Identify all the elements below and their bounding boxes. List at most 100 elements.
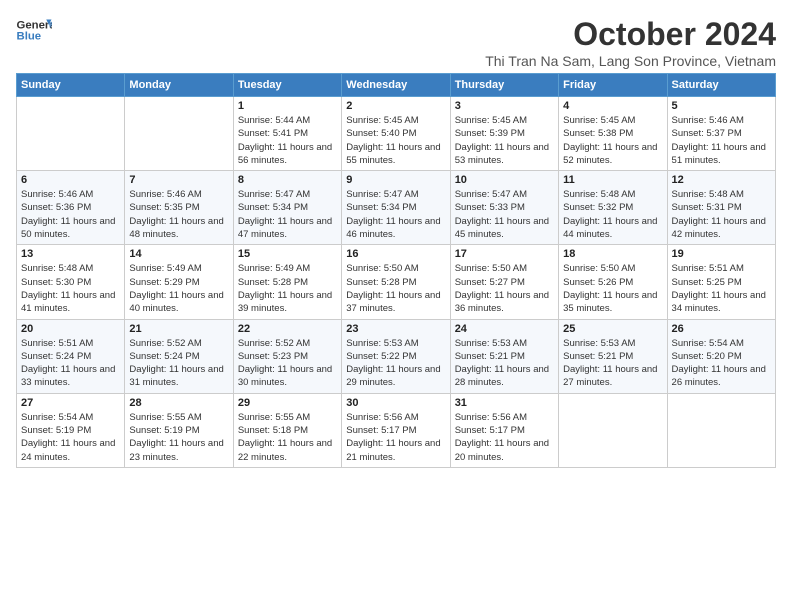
- day-detail: Sunrise: 5:53 AMSunset: 5:21 PMDaylight:…: [455, 337, 554, 390]
- day-number: 15: [238, 248, 337, 260]
- calendar-cell: 14 Sunrise: 5:49 AMSunset: 5:29 PMDayligh…: [125, 245, 233, 319]
- calendar-cell: 29Sunrise: 5:55 AMSunset: 5:18 PMDayligh…: [233, 393, 341, 467]
- calendar-cell: [559, 393, 667, 467]
- day-number: 10: [455, 174, 554, 186]
- day-detail: Sunrise: 5:50 AMSunset: 5:27 PMDaylight:…: [455, 262, 554, 315]
- day-number: 17: [455, 248, 554, 260]
- svg-text:Blue: Blue: [17, 31, 42, 43]
- calendar-cell: 24Sunrise: 5:53 AMSunset: 5:21 PMDayligh…: [450, 319, 558, 393]
- calendar-cell: 11 Sunrise: 5:48 AMSunset: 5:32 PMDayligh…: [559, 171, 667, 245]
- calendar-cell: 22 Sunrise: 5:52 AMSunset: 5:23 PMDayligh…: [233, 319, 341, 393]
- calendar-cell: 19Sunrise: 5:51 AMSunset: 5:25 PMDayligh…: [667, 245, 775, 319]
- calendar-cell: 8 Sunrise: 5:47 AMSunset: 5:34 PMDaylight…: [233, 171, 341, 245]
- day-detail: Sunrise: 5:56 AMSunset: 5:17 PMDaylight:…: [346, 411, 445, 464]
- calendar-cell: 30Sunrise: 5:56 AMSunset: 5:17 PMDayligh…: [342, 393, 450, 467]
- day-detail: Sunrise: 5:47 AMSunset: 5:34 PMDaylight:…: [238, 188, 337, 241]
- calendar-week-1: 1 Sunrise: 5:44 AMSunset: 5:41 PMDaylight…: [17, 97, 776, 171]
- day-number: 26: [672, 323, 771, 335]
- day-number: 21: [129, 323, 228, 335]
- day-number: 9: [346, 174, 445, 186]
- day-detail: Sunrise: 5:46 AMSunset: 5:35 PMDaylight:…: [129, 188, 228, 241]
- day-number: 6: [21, 174, 120, 186]
- calendar-cell: 10 Sunrise: 5:47 AMSunset: 5:33 PMDayligh…: [450, 171, 558, 245]
- page-header: General Blue October 2024 Thi Tran Na Sa…: [16, 16, 776, 69]
- day-detail: Sunrise: 5:50 AMSunset: 5:28 PMDaylight:…: [346, 262, 445, 315]
- day-detail: Sunrise: 5:46 AMSunset: 5:37 PMDaylight:…: [672, 114, 771, 167]
- calendar-cell: 4Sunrise: 5:45 AMSunset: 5:38 PMDaylight…: [559, 97, 667, 171]
- day-detail: Sunrise: 5:53 AMSunset: 5:21 PMDaylight:…: [563, 337, 662, 390]
- day-detail: Sunrise: 5:55 AMSunset: 5:19 PMDaylight:…: [129, 411, 228, 464]
- day-detail: Sunrise: 5:50 AMSunset: 5:26 PMDaylight:…: [563, 262, 662, 315]
- calendar-week-2: 6 Sunrise: 5:46 AMSunset: 5:36 PMDaylight…: [17, 171, 776, 245]
- calendar-cell: 28 Sunrise: 5:55 AMSunset: 5:19 PMDayligh…: [125, 393, 233, 467]
- day-detail: Sunrise: 5:48 AMSunset: 5:30 PMDaylight:…: [21, 262, 120, 315]
- month-title: October 2024: [485, 16, 776, 53]
- day-number: 5: [672, 100, 771, 112]
- title-block: October 2024 Thi Tran Na Sam, Lang Son P…: [485, 16, 776, 69]
- day-number: 20: [21, 323, 120, 335]
- col-header-friday: Friday: [559, 74, 667, 97]
- day-number: 2: [346, 100, 445, 112]
- calendar-cell: 16 Sunrise: 5:50 AMSunset: 5:28 PMDayligh…: [342, 245, 450, 319]
- day-detail: Sunrise: 5:47 AMSunset: 5:33 PMDaylight:…: [455, 188, 554, 241]
- calendar-cell: 31 Sunrise: 5:56 AMSunset: 5:17 PMDayligh…: [450, 393, 558, 467]
- day-detail: Sunrise: 5:53 AMSunset: 5:22 PMDaylight:…: [346, 337, 445, 390]
- day-number: 27: [21, 397, 120, 409]
- day-number: 3: [455, 100, 554, 112]
- day-number: 14: [129, 248, 228, 260]
- day-detail: Sunrise: 5:49 AMSunset: 5:28 PMDaylight:…: [238, 262, 337, 315]
- day-detail: Sunrise: 5:48 AMSunset: 5:31 PMDaylight:…: [672, 188, 771, 241]
- day-detail: Sunrise: 5:45 AMSunset: 5:40 PMDaylight:…: [346, 114, 445, 167]
- calendar-cell: [667, 393, 775, 467]
- day-detail: Sunrise: 5:52 AMSunset: 5:23 PMDaylight:…: [238, 337, 337, 390]
- calendar-cell: 6 Sunrise: 5:46 AMSunset: 5:36 PMDaylight…: [17, 171, 125, 245]
- calendar-week-3: 13 Sunrise: 5:48 AMSunset: 5:30 PMDayligh…: [17, 245, 776, 319]
- day-number: 8: [238, 174, 337, 186]
- day-number: 4: [563, 100, 662, 112]
- day-number: 31: [455, 397, 554, 409]
- day-detail: Sunrise: 5:51 AMSunset: 5:24 PMDaylight:…: [21, 337, 120, 390]
- day-detail: Sunrise: 5:54 AMSunset: 5:19 PMDaylight:…: [21, 411, 120, 464]
- day-number: 28: [129, 397, 228, 409]
- day-detail: Sunrise: 5:56 AMSunset: 5:17 PMDaylight:…: [455, 411, 554, 464]
- day-detail: Sunrise: 5:49 AMSunset: 5:29 PMDaylight:…: [129, 262, 228, 315]
- calendar-cell: 3 Sunrise: 5:45 AMSunset: 5:39 PMDaylight…: [450, 97, 558, 171]
- day-detail: Sunrise: 5:52 AMSunset: 5:24 PMDaylight:…: [129, 337, 228, 390]
- day-number: 7: [129, 174, 228, 186]
- logo-icon: General Blue: [16, 16, 52, 44]
- calendar-cell: 25Sunrise: 5:53 AMSunset: 5:21 PMDayligh…: [559, 319, 667, 393]
- col-header-sunday: Sunday: [17, 74, 125, 97]
- day-number: 13: [21, 248, 120, 260]
- day-detail: Sunrise: 5:45 AMSunset: 5:39 PMDaylight:…: [455, 114, 554, 167]
- day-number: 23: [346, 323, 445, 335]
- calendar-header-row: SundayMondayTuesdayWednesdayThursdayFrid…: [17, 74, 776, 97]
- logo: General Blue: [16, 16, 52, 44]
- day-detail: Sunrise: 5:47 AMSunset: 5:34 PMDaylight:…: [346, 188, 445, 241]
- calendar-table: SundayMondayTuesdayWednesdayThursdayFrid…: [16, 73, 776, 468]
- calendar-cell: 15 Sunrise: 5:49 AMSunset: 5:28 PMDayligh…: [233, 245, 341, 319]
- day-detail: Sunrise: 5:44 AMSunset: 5:41 PMDaylight:…: [238, 114, 337, 167]
- calendar-cell: 21 Sunrise: 5:52 AMSunset: 5:24 PMDayligh…: [125, 319, 233, 393]
- day-number: 1: [238, 100, 337, 112]
- col-header-saturday: Saturday: [667, 74, 775, 97]
- calendar-cell: 18 Sunrise: 5:50 AMSunset: 5:26 PMDayligh…: [559, 245, 667, 319]
- calendar-cell: 20 Sunrise: 5:51 AMSunset: 5:24 PMDayligh…: [17, 319, 125, 393]
- day-number: 16: [346, 248, 445, 260]
- day-number: 22: [238, 323, 337, 335]
- col-header-monday: Monday: [125, 74, 233, 97]
- calendar-week-4: 20 Sunrise: 5:51 AMSunset: 5:24 PMDayligh…: [17, 319, 776, 393]
- calendar-cell: 17 Sunrise: 5:50 AMSunset: 5:27 PMDayligh…: [450, 245, 558, 319]
- calendar-cell: 26Sunrise: 5:54 AMSunset: 5:20 PMDayligh…: [667, 319, 775, 393]
- day-detail: Sunrise: 5:46 AMSunset: 5:36 PMDaylight:…: [21, 188, 120, 241]
- col-header-wednesday: Wednesday: [342, 74, 450, 97]
- calendar-cell: [125, 97, 233, 171]
- location-subtitle: Thi Tran Na Sam, Lang Son Province, Viet…: [485, 53, 776, 69]
- day-number: 12: [672, 174, 771, 186]
- day-number: 29: [238, 397, 337, 409]
- calendar-cell: 2 Sunrise: 5:45 AMSunset: 5:40 PMDaylight…: [342, 97, 450, 171]
- calendar-cell: [17, 97, 125, 171]
- calendar-cell: 1 Sunrise: 5:44 AMSunset: 5:41 PMDaylight…: [233, 97, 341, 171]
- day-number: 11: [563, 174, 662, 186]
- day-detail: Sunrise: 5:48 AMSunset: 5:32 PMDaylight:…: [563, 188, 662, 241]
- day-number: 18: [563, 248, 662, 260]
